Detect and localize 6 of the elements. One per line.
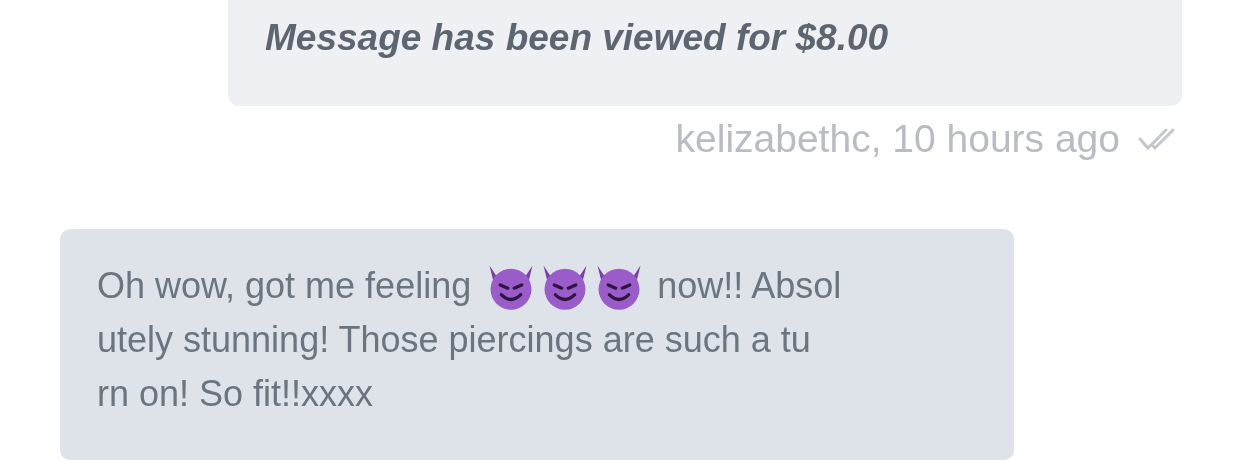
message-text: rn on! So fit!!xxxx — [97, 372, 374, 417]
message-text: utely stunning! Those piercings are such a tu — [97, 318, 811, 363]
message-text: now!! Absol — [657, 264, 842, 309]
message-meta: kelizabethc, 10 hours ago — [675, 117, 1120, 162]
message-text: Message has been viewed for $8.00 — [265, 17, 889, 58]
message-text: Oh wow, got me feeling — [97, 264, 472, 309]
